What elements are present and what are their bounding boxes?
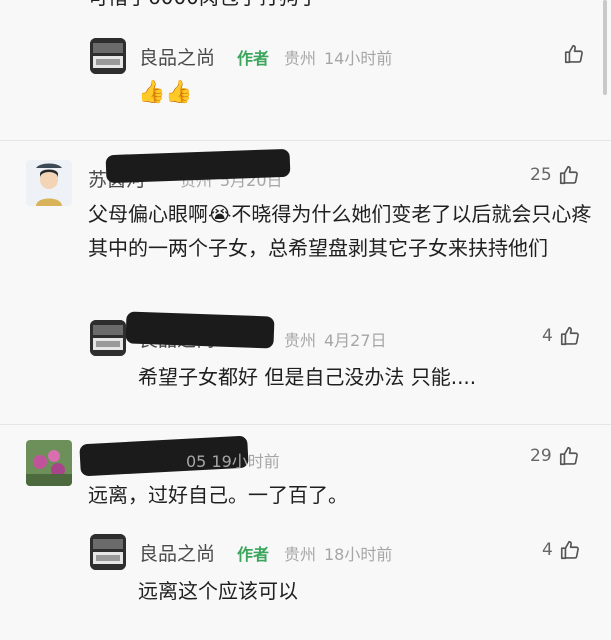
avatar[interactable] xyxy=(90,320,126,356)
avatar[interactable] xyxy=(26,160,72,206)
divider xyxy=(0,424,611,425)
thumbs-up-outline-icon xyxy=(559,446,578,466)
comment-text: 父母偏心眼啊😭不晓得为什么她们变老了以后就会只心疼其中的一两个子女，总希望盘剥其… xyxy=(88,202,592,260)
like-count: 4 xyxy=(542,540,553,560)
avatar[interactable] xyxy=(26,440,72,486)
crying-emoji: 😭 xyxy=(208,202,232,226)
like-button[interactable]: 4 xyxy=(542,539,581,561)
thumbs-up-outline-icon xyxy=(560,540,579,560)
like-count: 4 xyxy=(542,326,553,346)
thumbs-up-outline-icon xyxy=(560,326,579,346)
reply-location: 贵州 xyxy=(284,545,317,564)
reply-emoji: 👍👍 xyxy=(138,80,193,105)
like-button[interactable]: 25 xyxy=(530,164,580,186)
reply-time: 4月27日 xyxy=(324,331,387,350)
reply-author-name[interactable]: 良品之尚 xyxy=(139,43,215,70)
reply-time: 14小时前 xyxy=(324,49,393,68)
like-button[interactable]: 29 xyxy=(530,445,580,467)
thumbs-up-outline-icon xyxy=(564,44,583,64)
reply-time: 18小时前 xyxy=(324,545,393,564)
avatar[interactable] xyxy=(90,38,126,74)
reply-location: 贵州 xyxy=(284,331,317,350)
previous-comment-text: 可惜了6000肉包子打狗了 xyxy=(88,0,319,14)
comment-text: 远离，过好自己。一了百了。 xyxy=(88,483,348,507)
like-button[interactable]: 4 xyxy=(542,325,581,347)
scrollbar[interactable] xyxy=(603,0,607,95)
author-badge: 作者 xyxy=(237,49,270,68)
divider xyxy=(0,140,611,141)
redaction-bar xyxy=(125,311,275,349)
author-badge: 作者 xyxy=(237,545,270,564)
thumbs-up-outline-icon xyxy=(559,165,578,185)
reply-text: 远离这个应该可以 xyxy=(138,579,298,603)
avatar[interactable] xyxy=(90,534,126,570)
like-count: 25 xyxy=(530,165,552,185)
reply-text: 希望子女都好 但是自己没办法 只能.... xyxy=(138,365,477,389)
reply-author-name[interactable]: 良品之尚 xyxy=(139,539,215,566)
like-count: 29 xyxy=(530,446,552,466)
reply-location: 贵州 xyxy=(284,49,317,68)
like-button[interactable] xyxy=(563,43,585,65)
comment-time: 05 19小时前 xyxy=(186,452,280,471)
